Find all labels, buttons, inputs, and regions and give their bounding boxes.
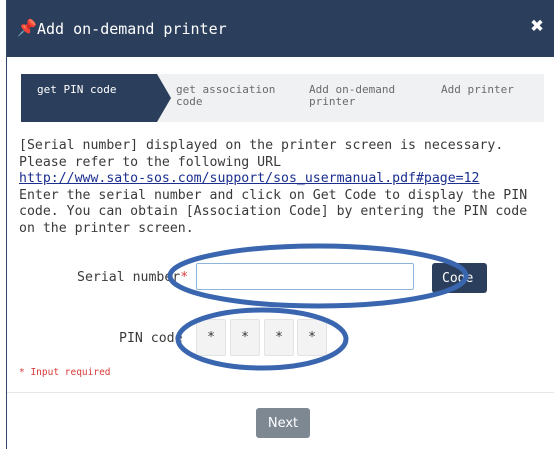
dialog-left-edge (0, 0, 7, 449)
footer-divider (7, 392, 554, 393)
dialog-title: Add on-demand printer (37, 20, 227, 38)
pin-digit-box: * (196, 319, 226, 356)
pin-digit-box: * (264, 319, 294, 356)
pin-digit-box: * (230, 319, 260, 356)
step-get-pin-code: get PIN code (21, 74, 171, 122)
step-add-printer: Add printer (421, 74, 544, 122)
instructions-part2: Enter the serial number and click on Get… (19, 187, 528, 236)
close-icon[interactable]: ✖ (531, 14, 544, 40)
step-label: Add printer (441, 83, 514, 96)
instructions-part1: [Serial number] displayed on the printer… (19, 138, 504, 170)
pin-digit-box: * (297, 319, 327, 356)
serial-number-label: Serial number* (77, 270, 188, 286)
serial-number-input[interactable] (196, 263, 414, 290)
pushpin-icon: 📌 (17, 18, 37, 37)
get-code-button[interactable]: Code (432, 263, 487, 293)
step-label: get PIN code (37, 83, 117, 96)
add-printer-dialog: 📌 Add on-demand printer ✖ get PIN code g… (0, 0, 554, 449)
required-asterisk: * (180, 270, 189, 285)
required-note: * Input required (19, 367, 111, 378)
next-button[interactable]: Next (256, 408, 310, 438)
manual-link[interactable]: http://www.sato-sos.com/support/sos_user… (19, 171, 480, 186)
instructions-text: [Serial number] displayed on the printer… (19, 138, 549, 237)
wizard-steps: get PIN code get association code Add on… (21, 74, 544, 122)
pin-code-label: PIN code (119, 331, 183, 346)
dialog-header: 📌 Add on-demand printer ✖ (7, 0, 554, 57)
step-add-on-demand-printer: Add on-demand printer (289, 74, 439, 122)
step-label-line2: printer (309, 95, 356, 108)
step-get-association-code: get association code (156, 74, 306, 122)
step-label-line2: code (176, 95, 203, 108)
serial-number-label-text: Serial number (77, 270, 181, 285)
